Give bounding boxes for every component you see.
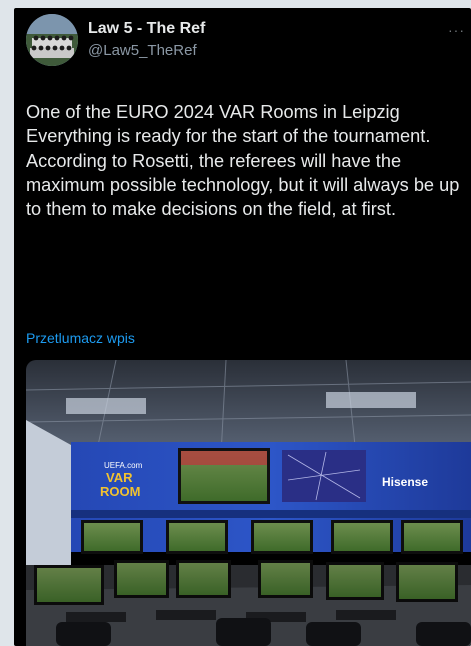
brand-wall-text: Hisense — [382, 475, 428, 489]
author-name[interactable]: Law 5 - The Ref — [88, 20, 205, 38]
translate-link[interactable]: Przetlumacz wpis — [26, 330, 135, 346]
author-handle[interactable]: @Law5_TheRef — [88, 42, 197, 59]
var-wall-text: VAR — [106, 470, 133, 485]
avatar[interactable] — [26, 14, 78, 66]
uefa-wall-text: UEFA.com — [104, 461, 143, 470]
avatar-team-photo-icon — [26, 14, 78, 66]
more-options-icon[interactable]: ··· — [448, 22, 465, 38]
tweet-text: One of the EURO 2024 VAR Rooms in Leipzi… — [26, 102, 460, 220]
tweet-image[interactable]: UEFA.com VAR ROOM Hisense — [26, 360, 471, 646]
tweet-card: Law 5 - The Ref @Law5_TheRef ··· One of … — [14, 8, 471, 646]
var-room-photo: UEFA.com VAR ROOM Hisense — [26, 360, 471, 646]
room-wall-text: ROOM — [100, 484, 140, 499]
